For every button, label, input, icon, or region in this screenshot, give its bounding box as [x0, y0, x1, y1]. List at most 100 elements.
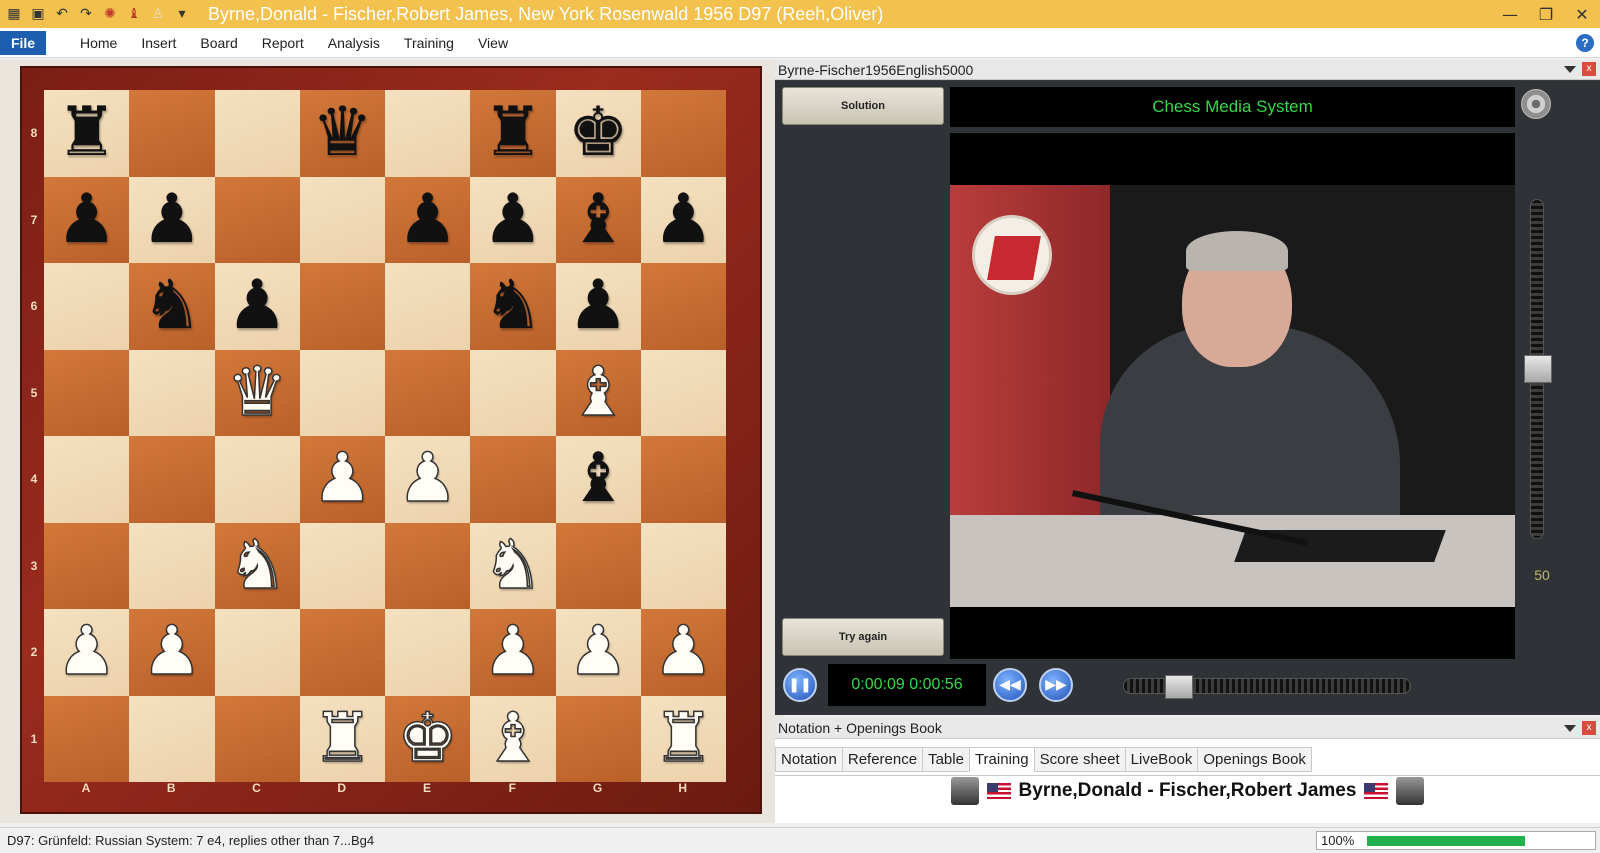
- volume-slider[interactable]: [1524, 199, 1552, 539]
- tab-livebook[interactable]: LiveBook: [1124, 747, 1198, 772]
- tab-notation[interactable]: Notation: [775, 747, 842, 772]
- black-queen-icon[interactable]: ♛: [312, 99, 373, 167]
- square-e4[interactable]: ♟: [385, 436, 471, 523]
- chess-board[interactable]: ♜ ♛ ♜ ♚ ♟ ♟ ♟ ♟ ♝ ♟ ♞ ♟ ♞ ♟ ♛ ♝ ♟ ♟ ♝ ♞ ♞ ♟ ♟ ♟ ♟ ♟ ♜ ♚ ♝ ♜: [44, 90, 726, 782]
- square-a5[interactable]: [44, 349, 130, 436]
- tab-table[interactable]: Table: [922, 747, 969, 772]
- restore-icon[interactable]: ❐: [1528, 0, 1564, 28]
- menu-view[interactable]: View: [466, 35, 520, 51]
- white-pawn-icon[interactable]: ♟: [141, 617, 203, 687]
- square-f8[interactable]: ♜: [470, 90, 556, 177]
- white-pawn-icon[interactable]: ♟: [311, 444, 373, 514]
- square-b7[interactable]: ♟: [129, 176, 215, 263]
- square-a1[interactable]: [44, 695, 130, 782]
- square-d5[interactable]: [299, 349, 385, 436]
- square-c8[interactable]: [214, 90, 300, 177]
- square-h6[interactable]: [640, 263, 726, 350]
- square-f1[interactable]: ♝: [470, 695, 556, 782]
- square-b4[interactable]: [129, 436, 215, 523]
- square-d1[interactable]: ♜: [299, 695, 385, 782]
- square-b6[interactable]: ♞: [129, 263, 215, 350]
- square-c4[interactable]: [214, 436, 300, 523]
- solution-button[interactable]: Solution: [782, 87, 944, 125]
- square-c1[interactable]: [214, 695, 300, 782]
- square-g5[interactable]: ♝: [555, 349, 641, 436]
- dropdown-icon[interactable]: ▾: [170, 2, 194, 26]
- white-pawn-icon[interactable]: ♟: [567, 617, 629, 687]
- square-b8[interactable]: [129, 90, 215, 177]
- square-b3[interactable]: [129, 522, 215, 609]
- square-g4[interactable]: ♝: [555, 436, 641, 523]
- file-menu-button[interactable]: File: [0, 30, 46, 55]
- square-d3[interactable]: [299, 522, 385, 609]
- square-c5[interactable]: ♛: [214, 349, 300, 436]
- minimize-icon[interactable]: —: [1492, 0, 1528, 28]
- square-c3[interactable]: ♞: [214, 522, 300, 609]
- square-h7[interactable]: ♟: [640, 176, 726, 263]
- black-rook-icon[interactable]: ♜: [56, 99, 117, 167]
- square-a4[interactable]: [44, 436, 130, 523]
- pause-icon[interactable]: ❚❚: [783, 668, 817, 702]
- menu-report[interactable]: Report: [250, 35, 316, 51]
- menu-board[interactable]: Board: [188, 35, 249, 51]
- tab-reference[interactable]: Reference: [841, 747, 923, 772]
- redo-icon[interactable]: ↷: [74, 2, 98, 26]
- black-pawn-icon[interactable]: ♟: [56, 185, 117, 254]
- volume-thumb[interactable]: [1524, 355, 1552, 383]
- black-pawn-icon[interactable]: ♟: [653, 185, 714, 254]
- square-c2[interactable]: [214, 609, 300, 696]
- try-again-button[interactable]: Try again: [782, 618, 944, 656]
- panel-menu-icon[interactable]: [1564, 65, 1576, 73]
- square-f2[interactable]: ♟: [470, 609, 556, 696]
- square-a7[interactable]: ♟: [44, 176, 130, 263]
- tab-training[interactable]: Training: [968, 747, 1034, 772]
- square-h4[interactable]: [640, 436, 726, 523]
- engine-icon[interactable]: ✺: [98, 2, 122, 26]
- square-c7[interactable]: [214, 176, 300, 263]
- square-h1[interactable]: ♜: [640, 695, 726, 782]
- square-d6[interactable]: [299, 263, 385, 350]
- square-f6[interactable]: ♞: [470, 263, 556, 350]
- square-b2[interactable]: ♟: [129, 609, 215, 696]
- square-a6[interactable]: [44, 263, 130, 350]
- white-knight-icon[interactable]: ♞: [482, 531, 544, 601]
- black-pawn-icon[interactable]: ♟: [141, 185, 202, 254]
- panel-close-icon[interactable]: x: [1582, 62, 1596, 76]
- white-pawn-icon[interactable]: ♟: [652, 617, 714, 687]
- square-g1[interactable]: [555, 695, 641, 782]
- white-pawn-icon[interactable]: ♟: [482, 617, 544, 687]
- square-e5[interactable]: [385, 349, 471, 436]
- black-pawn-icon[interactable]: ♟: [482, 185, 543, 254]
- square-f4[interactable]: [470, 436, 556, 523]
- white-rook-icon[interactable]: ♜: [652, 704, 714, 774]
- square-e3[interactable]: [385, 522, 471, 609]
- square-f3[interactable]: ♞: [470, 522, 556, 609]
- white-bishop-icon[interactable]: ♝: [482, 704, 544, 774]
- square-e7[interactable]: ♟: [385, 176, 471, 263]
- white-knight-icon[interactable]: ♞: [226, 531, 288, 601]
- square-d8[interactable]: ♛: [299, 90, 385, 177]
- scrubber-thumb[interactable]: [1165, 675, 1193, 699]
- disc-icon[interactable]: [1521, 89, 1551, 119]
- square-h5[interactable]: [640, 349, 726, 436]
- menu-insert[interactable]: Insert: [129, 35, 188, 51]
- black-pawn-icon[interactable]: ♟: [397, 185, 458, 254]
- black-rook-icon[interactable]: ♜: [482, 99, 543, 167]
- menu-analysis[interactable]: Analysis: [316, 35, 392, 51]
- white-pawn-icon[interactable]: ♟: [55, 617, 117, 687]
- panel-menu-icon[interactable]: [1564, 724, 1576, 732]
- square-g6[interactable]: ♟: [555, 263, 641, 350]
- square-g2[interactable]: ♟: [555, 609, 641, 696]
- square-c6[interactable]: ♟: [214, 263, 300, 350]
- square-a8[interactable]: ♜: [44, 90, 130, 177]
- square-e1[interactable]: ♚: [385, 695, 471, 782]
- close-icon[interactable]: ✕: [1564, 0, 1600, 28]
- square-h2[interactable]: ♟: [640, 609, 726, 696]
- square-d4[interactable]: ♟: [299, 436, 385, 523]
- square-b1[interactable]: [129, 695, 215, 782]
- black-bishop-icon[interactable]: ♝: [568, 185, 629, 254]
- black-bishop-icon[interactable]: ♝: [568, 445, 629, 513]
- help-icon[interactable]: ?: [1576, 34, 1594, 52]
- playback-scrubber[interactable]: [1123, 675, 1411, 699]
- rewind-icon[interactable]: ◀◀: [993, 668, 1027, 702]
